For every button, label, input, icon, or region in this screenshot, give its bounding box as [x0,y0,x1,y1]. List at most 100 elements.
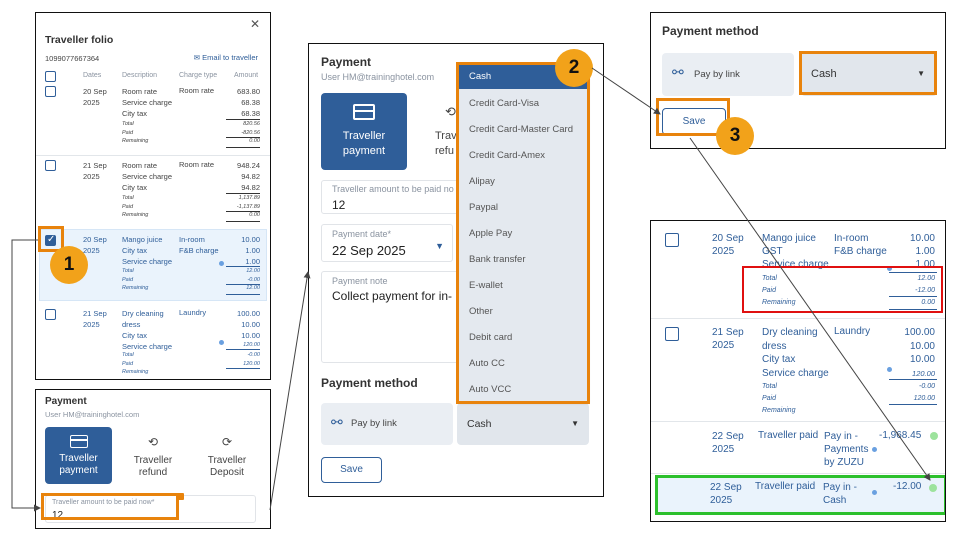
payment-method-line: Pay in - [824,431,858,442]
payment-user: User HM@traininghotel.com [45,410,140,419]
pay-by-link-button[interactable]: ⚯ Pay by link [321,403,453,445]
row-checkbox[interactable] [45,309,56,320]
payment-title: Payment [45,396,87,407]
header-dates: Dates [83,72,102,79]
payment-method-line: by ZUZU [824,457,864,468]
row-desc: Dry cleaning [122,309,164,318]
sub-label: Paid [122,203,134,210]
row-amount: 94.82 [241,172,260,181]
sub-value: 1,137.89 [238,195,260,201]
date-value: 22 Sep 2025 [332,243,406,258]
row-date: 20 Sep [83,235,107,244]
divider [226,294,260,295]
mail-icon: ✉ [193,53,201,62]
row-year: 2025 [83,246,100,255]
sub-label: Remaining [122,285,149,291]
sub-value: 820.56 [243,121,260,127]
sub-value: 12.00 [246,285,260,291]
row-amount: 94.82 [241,183,260,192]
amount-field[interactable]: Traveller amount to be paid no 12 [321,180,471,214]
sub-value: -0.00 [919,383,935,390]
highlight-totals-red [742,266,943,313]
sub-value: -820.56 [241,129,260,136]
row-date: 22 Sep [712,431,744,442]
row-date: 20 Sep [712,233,744,244]
close-icon[interactable]: ✕ [250,17,260,31]
sub-label: Paid [122,360,134,367]
sub-value: -0.00 [247,276,260,283]
chevron-down-icon: ▼ [435,241,444,251]
row-year: 2025 [712,444,735,455]
amount-label: Traveller amount to be paid no [332,184,454,194]
payment-method-title: Payment method [321,376,418,390]
row-separator [36,155,270,156]
row-checkbox[interactable] [665,233,679,247]
step-badge-2: 2 [555,49,593,87]
payment-method-select[interactable]: Cash ▼ [457,403,589,445]
sub-value: -1,137.89 [236,203,260,210]
header-amount: Amount [234,72,259,79]
panel-title: Payment method [662,24,759,38]
row-checkbox[interactable] [45,160,56,171]
tab-label: Trav refu [435,130,457,157]
divider [226,221,260,222]
row-desc: dress [122,320,141,329]
status-dot-green [930,432,938,440]
tab-label: Traveller payment [59,453,98,476]
row-year: 2025 [712,246,735,257]
row-date: 20 Sep [83,87,107,96]
divider [226,193,260,194]
divider [226,147,260,148]
row-amount: 683.80 [237,87,260,96]
save-button[interactable]: Save [321,457,382,483]
row-amount: -1,968.45 [879,430,922,441]
pay-by-link-label: Pay by link [694,69,740,80]
divider [226,368,260,369]
payment-note-field[interactable]: Payment note Collect payment for in- [321,271,471,363]
email-traveller-label: Email to traveller [202,53,258,62]
row-desc: Mango juice [762,233,816,244]
date-label: Payment date* [332,229,392,239]
payment-method-line: Payments [824,444,869,455]
result-folio-panel: 20 Sep 2025 Mango juice GST Service char… [650,220,946,522]
select-all-checkbox[interactable] [45,71,56,82]
link-icon: ⚯ [331,414,343,430]
row-separator [651,318,945,319]
row-checkbox[interactable] [45,86,56,97]
row-desc: City tax [122,183,148,192]
divider [226,266,260,267]
highlight-amount [41,493,179,520]
row-charge-type: Laundry [834,326,871,337]
row-year: 2025 [83,320,100,329]
divider [889,379,937,380]
row-checkbox[interactable] [665,327,679,341]
header-description: Description [122,72,158,79]
row-amount: 100.00 [237,309,260,318]
divider [226,119,260,120]
row-charge-type: In-room [834,233,869,244]
row-amount: 10.00 [909,340,935,352]
sub-value: 120.00 [243,360,260,367]
sub-value: 120.00 [912,369,935,378]
payment-user: User HM@traininghotel.com [321,72,435,82]
note-label: Payment note [332,276,388,286]
tab-traveller-refund[interactable]: ⟲ Traveller refund [118,427,188,484]
sub-value: -0.00 [247,352,260,358]
status-dot [219,340,224,345]
sub-label: Total [122,268,134,274]
pay-by-link-label: Pay by link [351,418,397,429]
tab-traveller-deposit[interactable]: ⟳ Traveller Deposit [192,427,262,484]
sub-value: 0.00 [249,212,260,218]
tab-traveller-payment[interactable]: Traveller payment [45,427,112,484]
row-desc: Room rate [122,161,158,170]
traveller-folio-panel: ✕ Traveller folio 1099077667364 ✉ Email … [35,12,271,380]
row-desc: GST [762,246,783,257]
row-separator [651,421,945,422]
payment-date-field[interactable]: Payment date* 22 Sep 2025 ▼ [321,224,453,262]
divider [889,404,937,405]
pay-by-link-button[interactable]: ⚯ Pay by link [662,53,794,96]
tab-traveller-payment[interactable]: Traveller payment [321,93,407,170]
note-value: Collect payment for in- [332,289,453,303]
row-desc: Service charge [762,367,829,379]
email-traveller-link[interactable]: ✉ Email to traveller [194,53,258,62]
